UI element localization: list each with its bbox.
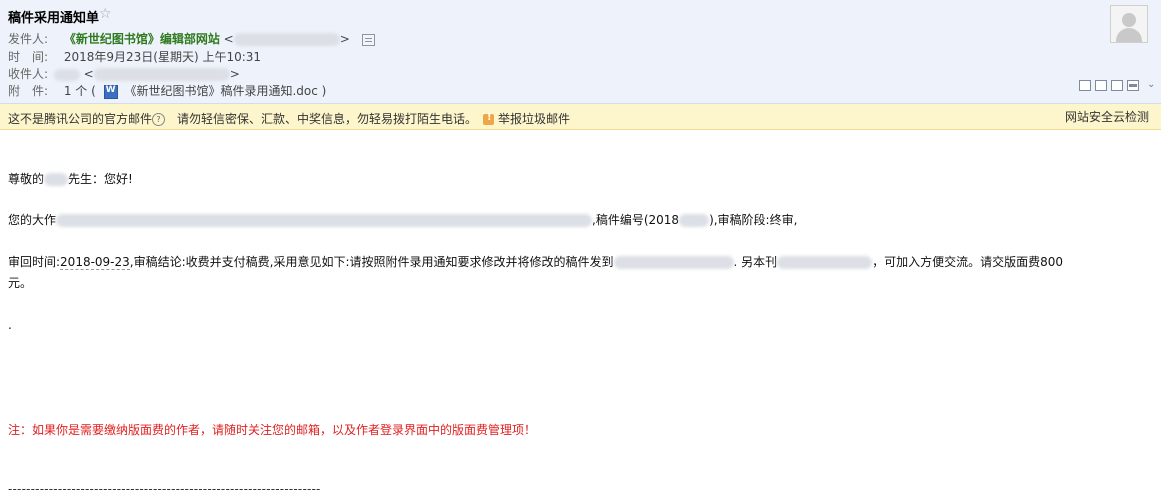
new-window-icon[interactable] bbox=[1079, 80, 1091, 91]
redacted-sender-address bbox=[233, 33, 340, 46]
sender-row: 发件人: 《新世纪图书馆》编辑部网站 < > bbox=[8, 30, 375, 47]
warning-text-detail: 请勿轻信密保、汇款、中奖信息，勿轻易拨打陌生电话。 bbox=[177, 112, 478, 126]
time-row: 时 间: 2018年9月23日(星期天) 上午10:31 bbox=[8, 48, 261, 65]
security-warning-bar: 这不是腾讯公司的官方邮件? 请勿轻信密保、汇款、中奖信息，勿轻易拨打陌生电话。举报… bbox=[0, 104, 1161, 130]
chevron-down-icon[interactable]: ⌄ bbox=[1147, 80, 1155, 91]
site-security-check-link[interactable]: 网站安全云检测 bbox=[1065, 108, 1149, 125]
warning-text: 这不是腾讯公司的官方邮件? 请勿轻信密保、汇款、中奖信息，勿轻易拨打陌生电话。举报… bbox=[8, 110, 570, 127]
redacted-name bbox=[44, 173, 69, 186]
report-icon bbox=[483, 112, 495, 125]
print-icon[interactable] bbox=[1127, 80, 1139, 91]
recipient-address[interactable]: < > bbox=[84, 67, 240, 81]
separator-line: ----------------------------------------… bbox=[8, 482, 321, 496]
note-icon[interactable] bbox=[1095, 80, 1107, 91]
report-spam-link[interactable]: 举报垃圾邮件 bbox=[483, 112, 570, 126]
redacted-group-number bbox=[777, 256, 873, 269]
redacted-manuscript-number bbox=[679, 214, 710, 227]
redacted-title bbox=[56, 214, 593, 227]
attachment-link[interactable]: 《新世纪图书馆》稿件录用通知.doc bbox=[124, 84, 317, 98]
fee-notice: 注：如果你是需要缴纳版面费的作者，请随时关注您的邮箱，以及作者登录界面中的版面费… bbox=[8, 423, 537, 437]
sender-address[interactable]: < > bbox=[224, 32, 354, 46]
attachment-count: 1 个 ( bbox=[63, 84, 96, 98]
star-icon[interactable]: ☆ bbox=[99, 6, 112, 22]
warning-text-main: 这不是腾讯公司的官方邮件 bbox=[8, 112, 153, 126]
mail-toolbar: ⌄ bbox=[1079, 80, 1155, 91]
manuscript-line: 您的大作 ,稿件编号(2018),审稿阶段:终审, bbox=[8, 213, 798, 227]
recipient-row: 收件人: < > bbox=[8, 65, 240, 82]
mail-header: 稿件采用通知单 ☆ 发件人: 《新世纪图书馆》编辑部网站 < > 时 间: 201… bbox=[0, 0, 1161, 104]
redacted-recipient-name bbox=[53, 68, 80, 81]
contact-card-icon[interactable] bbox=[361, 33, 375, 46]
time-label: 时 间: bbox=[8, 50, 49, 64]
help-icon[interactable]: ? bbox=[152, 113, 166, 126]
attachment-label: 附 件: bbox=[8, 84, 49, 98]
sender-name[interactable]: 《新世纪图书馆》编辑部网站 bbox=[64, 32, 220, 46]
attachment-row: 附 件: 1 个 ( 《新世纪图书馆》稿件录用通知.doc ) bbox=[8, 82, 326, 99]
avatar[interactable] bbox=[1110, 5, 1148, 43]
redacted-email bbox=[613, 256, 734, 269]
redacted-recipient-address bbox=[93, 68, 230, 81]
recipient-label: 收件人: bbox=[8, 67, 49, 81]
greeting-line: 尊敬的 先生：您好! bbox=[8, 172, 133, 186]
review-line-cont: 元。 bbox=[8, 276, 33, 290]
review-date: 2018-09-23 bbox=[60, 255, 130, 270]
sender-label: 发件人: bbox=[8, 32, 49, 46]
text-mode-icon[interactable] bbox=[1111, 80, 1123, 91]
dot-line: . bbox=[8, 318, 12, 332]
mail-subject: 稿件采用通知单 bbox=[8, 11, 100, 26]
word-doc-icon bbox=[103, 84, 118, 99]
review-line: 审回时间:2018-09-23,审稿结论:收费并支付稿费,采用意见如下:请按照附… bbox=[8, 255, 1064, 270]
time-value: 2018年9月23日(星期天) 上午10:31 bbox=[63, 50, 262, 64]
